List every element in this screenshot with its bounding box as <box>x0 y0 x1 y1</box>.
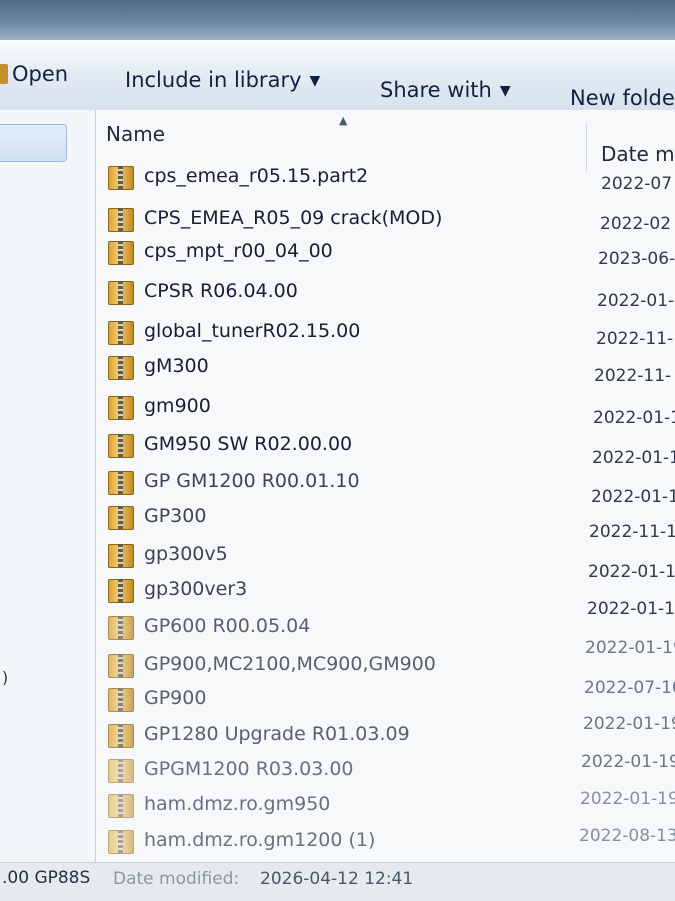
file-date-modified: 2022-01- <box>597 291 674 311</box>
open-button[interactable]: Open <box>0 62 68 86</box>
file-name: GP GM1200 R00.01.10 <box>144 470 360 492</box>
file-name: GP900 <box>144 687 206 709</box>
details-pane: .00 GP88S Date modified: 2026-04-12 12:4… <box>0 862 675 901</box>
nav-item-fragment[interactable]: ) <box>2 668 8 687</box>
file-name: gp300v5 <box>144 543 228 565</box>
open-icon <box>0 64 8 84</box>
file-name: global_tunerR02.15.00 <box>144 320 360 342</box>
file-name: GM950 SW R02.00.00 <box>144 433 352 455</box>
file-name: ham.dmz.ro.gm1200 (1) <box>144 829 375 851</box>
list-item[interactable]: cps_emea_r05.15.part2 2022-07 <box>96 160 675 194</box>
file-date-modified: 2022-01-1 <box>593 408 675 428</box>
file-name: GP1280 Upgrade R01.03.09 <box>144 723 410 745</box>
list-item[interactable]: GM950 SW R02.00.002022-01-1 <box>96 428 675 462</box>
archive-icon <box>108 794 134 818</box>
archive-icon <box>108 208 134 232</box>
list-item[interactable]: GP9002022-01-19 <box>96 682 675 716</box>
file-date-modified: 2023-06- <box>598 249 675 269</box>
file-name: gm900 <box>144 395 211 417</box>
file-name: GP900,MC2100,MC900,GM900 <box>144 653 436 675</box>
file-name: ham.dmz.ro.gm950 <box>144 793 330 815</box>
archive-icon <box>108 579 134 603</box>
chevron-down-icon: ▼ <box>500 83 511 99</box>
list-item[interactable]: gp300ver32022-01-19 <box>96 573 675 607</box>
file-name: GP300 <box>144 505 206 527</box>
archive-icon <box>108 241 134 265</box>
open-button-label: Open <box>12 62 68 86</box>
column-header-name[interactable]: Name <box>106 122 165 146</box>
archive-icon <box>108 759 134 783</box>
archive-icon <box>108 396 134 420</box>
new-folder-button[interactable]: New folder <box>570 86 675 110</box>
list-item[interactable]: GPGM1200 R03.03.002022-01-19 <box>96 753 675 787</box>
file-date-modified: 2022-11- <box>596 329 673 349</box>
archive-icon <box>108 724 134 748</box>
archive-icon <box>108 281 134 305</box>
file-name: CPS_EMEA_R05_09 crack(MOD) <box>144 207 442 229</box>
date-modified-value: 2026-04-12 12:41 <box>260 869 413 889</box>
list-item[interactable]: global_tunerR02.15.00 2022-11- <box>96 315 675 349</box>
list-item[interactable]: GP900,MC2100,MC900,GM9002022-07-10 <box>96 648 675 682</box>
share-with-label: Share with <box>380 78 492 102</box>
archive-icon <box>108 688 134 712</box>
include-in-library-button[interactable]: Include in library ▼ <box>125 68 320 92</box>
chevron-down-icon: ▼ <box>310 73 321 89</box>
include-in-library-label: Include in library <box>125 68 302 92</box>
list-item[interactable]: ham.dmz.ro.gm1200 (1)2022-11-08 <box>96 824 675 858</box>
selected-item-name: .00 GP88S <box>2 868 90 888</box>
file-name: CPSR R06.04.00 <box>144 280 298 302</box>
archive-icon <box>108 830 134 854</box>
list-item[interactable]: CPS_EMEA_R05_09 crack(MOD) 2022-02 <box>96 202 675 236</box>
list-item[interactable]: GP3002022-11-1 <box>96 500 675 534</box>
list-item[interactable]: gm9002022-01-1 <box>96 390 675 424</box>
share-with-button[interactable]: Share with ▼ <box>380 78 511 102</box>
archive-icon <box>108 616 134 640</box>
window-title-bar <box>0 0 675 40</box>
list-item[interactable]: CPSR R06.04.00 2022-01- <box>96 275 675 309</box>
date-modified-label: Date modified: <box>113 869 239 889</box>
sort-ascending-icon: ▲ <box>339 114 347 127</box>
file-name: cps_mpt_r00_04_00 <box>144 240 333 262</box>
list-item[interactable]: ham.dmz.ro.gm9502022-08-13 <box>96 788 675 822</box>
nav-selected-item[interactable] <box>0 124 67 162</box>
archive-icon <box>108 471 134 495</box>
archive-icon <box>108 506 134 530</box>
file-name: gp300ver3 <box>144 578 247 600</box>
navigation-pane[interactable]: ) <box>0 110 96 862</box>
file-name: cps_emea_r05.15.part2 <box>144 165 368 187</box>
list-item[interactable]: gM300 2022-11- <box>96 350 675 384</box>
file-name: gM300 <box>144 355 209 377</box>
new-folder-label: New folder <box>570 86 675 110</box>
archive-icon <box>108 544 134 568</box>
archive-icon <box>108 434 134 458</box>
list-item[interactable]: cps_mpt_r00_04_00 2023-06- <box>96 235 675 269</box>
list-item[interactable]: GP GM1200 R00.01.102022-01-1 <box>96 465 675 499</box>
file-name: GP600 R00.05.04 <box>144 615 310 637</box>
list-item[interactable]: gp300v52022-01-1 <box>96 538 675 572</box>
archive-icon <box>108 654 134 678</box>
file-list[interactable]: ▲ Name Date m cps_emea_r05.15.part22022-… <box>96 110 675 862</box>
list-item[interactable]: GP600 R00.05.042022-01-19 <box>96 610 675 644</box>
list-item[interactable]: GP1280 Upgrade R01.03.092022-01-19 <box>96 718 675 752</box>
file-date-modified: 2022-11- <box>594 366 671 386</box>
archive-icon <box>108 166 134 190</box>
file-name: GPGM1200 R03.03.00 <box>144 758 354 780</box>
file-date-modified: 2022-02 <box>600 214 671 234</box>
archive-icon <box>108 356 134 380</box>
file-date-modified: 2022-07 <box>601 174 672 194</box>
command-bar: Open Include in library ▼ Share with ▼ New… <box>0 40 675 111</box>
archive-icon <box>108 321 134 345</box>
